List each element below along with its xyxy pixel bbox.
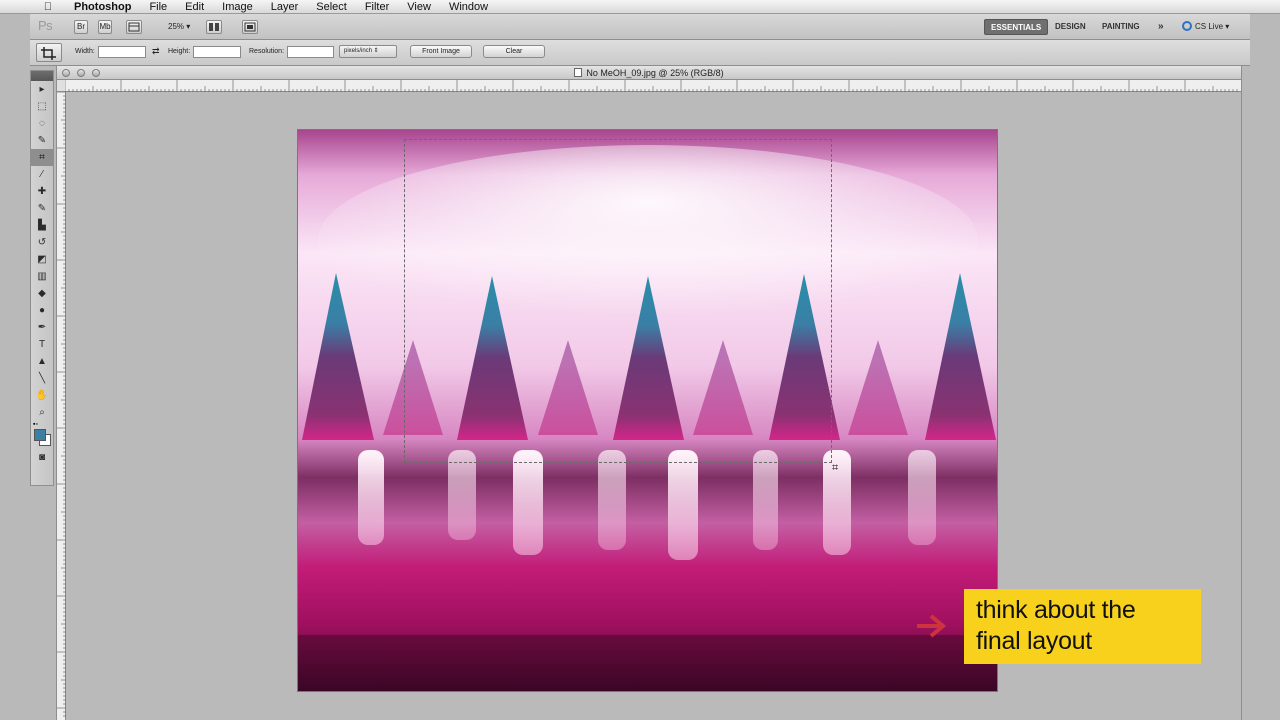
cs-live-label: CS Live [1195,22,1224,31]
height-label: Height: [168,48,191,55]
image-canvas[interactable] [298,130,997,691]
type-tool-icon[interactable]: T [31,336,53,353]
document-title: No MeOH_09.jpg @ 25% (RGB/8) [586,68,724,78]
eyedropper-tool-icon[interactable]: ⁄ [31,166,53,183]
spikes-photo [298,130,997,691]
path-select-tool-icon[interactable]: ▲ [31,353,53,370]
application-bar: Ps Br Mb 25% ▾ ESSENTIALS DESIGN PAINTIN… [30,14,1250,40]
callout-line-2: final layout [976,627,1092,655]
foreground-color-swatch[interactable] [34,429,46,441]
menu-view[interactable]: View [398,0,440,14]
menu-window[interactable]: Window [440,0,497,14]
callout-line-1: think about the [976,596,1136,624]
history-brush-tool-icon[interactable]: ↺ [31,234,53,251]
swap-dimensions-icon[interactable]: ⇄ [152,46,160,57]
tools-panel: ▸ ⬚ ◌ ✎ ⌗ ⁄ ✚ ✎ ▙ ↺ ◩ ▥ ◆ ● ✒ T ▲ ╲ ✋ ⌕ ▪▫ ◙ [30,70,54,486]
photoshop-logo: Ps [38,18,53,33]
menu-image[interactable]: Image [213,0,262,14]
menu-layer[interactable]: Layer [262,0,308,14]
arrange-documents-button[interactable] [206,20,222,34]
default-colors-icon[interactable]: ▪▫ [33,421,38,428]
document-titlebar: No MeOH_09.jpg @ 25% (RGB/8) [57,66,1241,80]
menu-photoshop[interactable]: Photoshop [64,0,140,14]
lasso-tool-icon[interactable]: ◌ [31,115,53,132]
menu-file[interactable]: File [140,0,176,14]
screen-mode-button[interactable] [242,20,258,34]
grid-icon [128,22,140,32]
width-label: Width: [75,48,95,55]
crop-cursor-icon: ⌗ [832,462,839,474]
menu-filter[interactable]: Filter [356,0,398,14]
vertical-ruler[interactable] [57,92,66,720]
marquee-tool-icon[interactable]: ⬚ [31,98,53,115]
tool-preset-picker[interactable] [36,43,62,62]
pen-tool-icon[interactable]: ✒ [31,319,53,336]
zoom-tool-icon[interactable]: ⌕ [31,404,53,421]
menu-select[interactable]: Select [307,0,356,14]
brush-tool-icon[interactable]: ✎ [31,200,53,217]
move-tool-icon[interactable]: ▸ [31,81,53,98]
more-workspaces-icon[interactable]: » [1152,19,1170,35]
zoom-level: 25% [168,22,185,31]
cs-live-icon [1182,21,1192,31]
resolution-unit: pixels/inch [344,48,373,54]
callout-box: think about the final layout [964,589,1201,664]
screen-mode-icon [244,22,256,32]
view-extras-button[interactable] [126,20,142,34]
blur-tool-icon[interactable]: ◆ [31,285,53,302]
stamp-tool-icon[interactable]: ▙ [31,217,53,234]
workspace-design[interactable]: DESIGN [1049,19,1092,35]
front-image-button[interactable]: Front Image [410,45,472,58]
resolution-field[interactable] [287,46,334,58]
cs-live-button[interactable]: CS Live ▾ [1182,19,1229,35]
document-title-container: No MeOH_09.jpg @ 25% (RGB/8) [57,67,1241,79]
callout-arrow-icon [917,614,947,638]
tools-panel-header[interactable] [31,71,53,81]
apple-icon[interactable]:  [40,1,56,13]
gradient-tool-icon[interactable]: ▥ [31,268,53,285]
resolution-label: Resolution: [249,48,285,55]
file-icon [574,68,583,77]
photoshop-screen:  Photoshop File Edit Image Layer Select… [0,0,1280,720]
bridge-button[interactable]: Br [74,20,88,34]
dodge-tool-icon[interactable]: ● [31,302,53,319]
height-field[interactable] [193,46,241,58]
crop-icon [41,47,56,60]
horizontal-ruler[interactable] [65,80,1241,92]
zoom-level-select[interactable]: 25% ▾ [168,22,190,31]
workspace-painting[interactable]: PAINTING [1096,19,1146,35]
hand-tool-icon[interactable]: ✋ [31,387,53,404]
quick-mask-icon[interactable]: ◙ [31,449,53,466]
workspace-essentials[interactable]: ESSENTIALS [984,19,1049,35]
line-tool-icon[interactable]: ╲ [31,370,53,387]
mini-bridge-button[interactable]: Mb [98,20,112,34]
mac-menu-bar:  Photoshop File Edit Image Layer Select… [0,0,1280,14]
menu-edit[interactable]: Edit [176,0,213,14]
color-swatches: ▪▫ [31,421,53,449]
arrange-icon [209,23,219,31]
eraser-tool-icon[interactable]: ◩ [31,251,53,268]
clear-button[interactable]: Clear [483,45,545,58]
crop-tool-icon[interactable]: ⌗ [31,149,53,166]
tool-options-bar: Width: ⇄ Height: Resolution: pixels/inch… [30,40,1250,66]
width-field[interactable] [98,46,146,58]
healing-tool-icon[interactable]: ✚ [31,183,53,200]
resolution-unit-select[interactable]: pixels/inch ⇕ [339,45,397,58]
quick-select-tool-icon[interactable]: ✎ [31,132,53,149]
